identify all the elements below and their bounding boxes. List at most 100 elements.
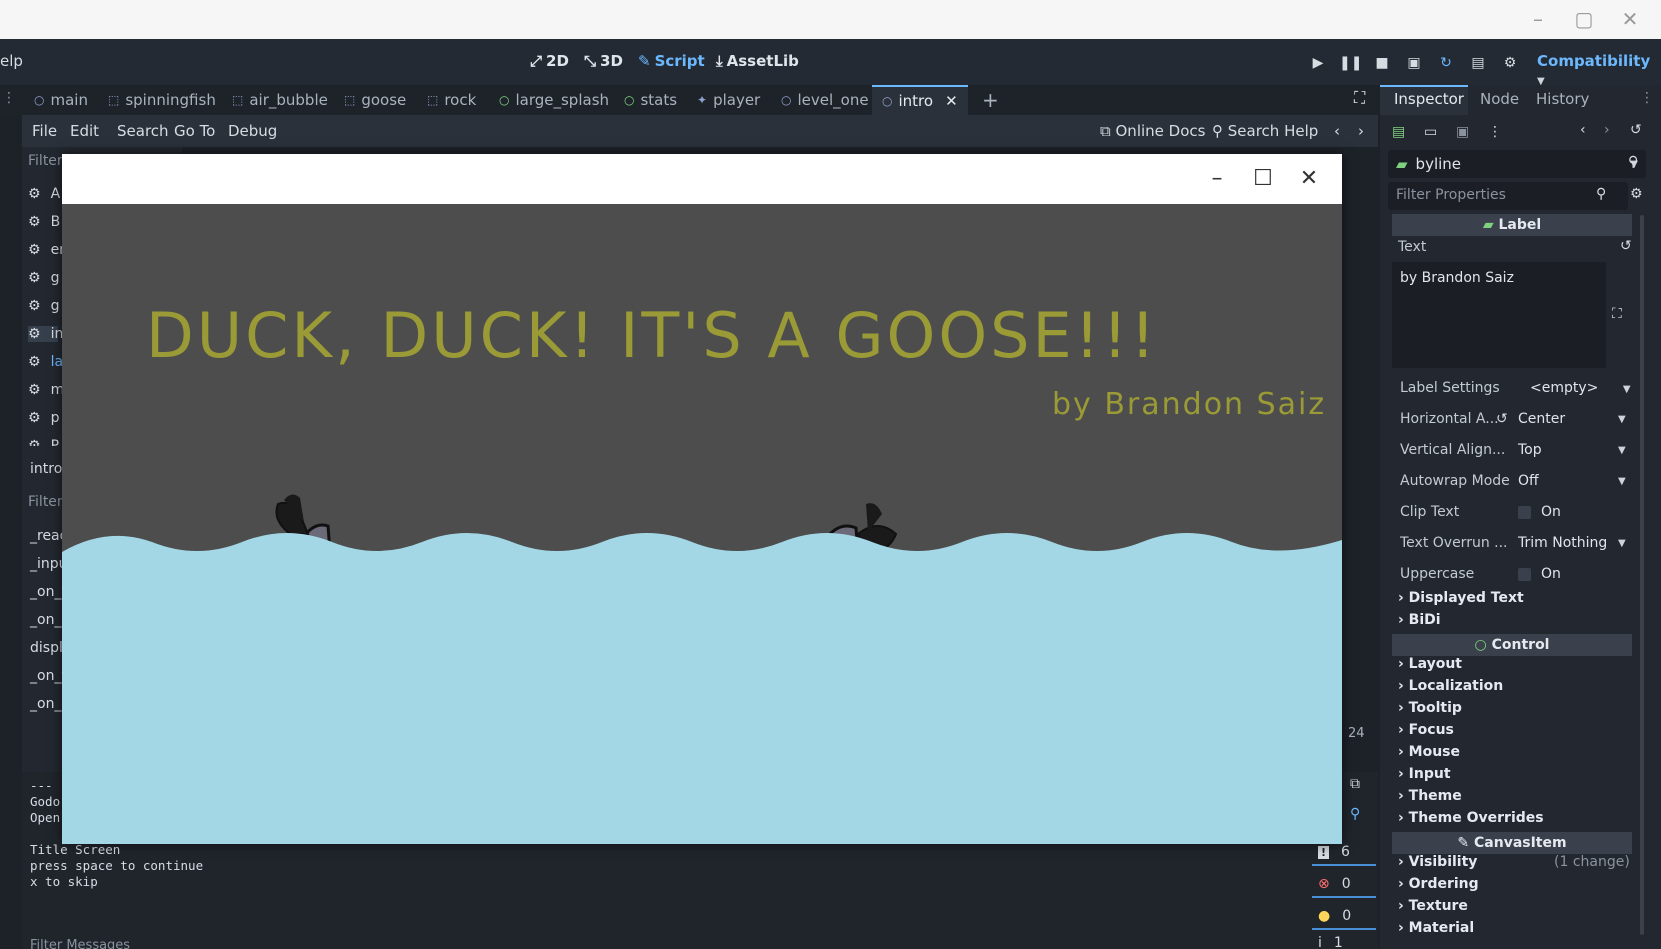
online-docs-button[interactable]: ⧉ Online Docs bbox=[1100, 122, 1205, 140]
inspector-scrollbar[interactable] bbox=[1640, 215, 1644, 935]
method-item[interactable]: displ bbox=[30, 640, 63, 656]
workspace-2d-button[interactable]: ⤢ 2D bbox=[530, 52, 569, 70]
tab-stats[interactable]: ○ stats bbox=[624, 85, 677, 115]
close-icon[interactable]: ✕ bbox=[1294, 164, 1324, 194]
pause-icon[interactable]: ❚❚ bbox=[1339, 52, 1362, 74]
save-icon[interactable]: ▣ bbox=[1456, 124, 1469, 140]
list-item[interactable]: ⚙ g bbox=[28, 298, 59, 314]
console-filter-input[interactable]: Filter Messages bbox=[30, 938, 130, 949]
clip-text-checkbox[interactable]: On bbox=[1518, 504, 1561, 520]
play-icon[interactable]: ▶ bbox=[1307, 52, 1329, 74]
list-item[interactable]: ⚙ er bbox=[28, 242, 65, 258]
list-item[interactable]: ⚙ p bbox=[28, 410, 59, 426]
stop-icon[interactable]: ■ bbox=[1371, 52, 1393, 74]
dock-menu-icon[interactable]: ⋮ bbox=[1640, 90, 1654, 106]
autowrap-mode-select[interactable]: Off bbox=[1518, 473, 1539, 489]
new-resource-icon[interactable]: ▤ bbox=[1392, 124, 1405, 140]
warning-counter-button[interactable]: ● 0 bbox=[1312, 904, 1376, 930]
group-visibility[interactable]: › Visibility bbox=[1398, 854, 1477, 870]
script-filter-input[interactable]: Filter bbox=[28, 153, 63, 169]
menu-goto[interactable]: Go To bbox=[174, 122, 215, 140]
add-tab-icon[interactable]: + bbox=[982, 88, 999, 112]
group-material[interactable]: › Material bbox=[1398, 920, 1474, 936]
group-ordering[interactable]: › Ordering bbox=[1398, 876, 1479, 892]
group-layout[interactable]: › Layout bbox=[1398, 656, 1462, 672]
list-item[interactable]: ⚙ in bbox=[28, 326, 63, 342]
list-item[interactable]: ⚙ m bbox=[28, 382, 64, 398]
more-icon[interactable]: ⋮ bbox=[1488, 124, 1502, 140]
group-texture[interactable]: › Texture bbox=[1398, 898, 1468, 914]
menu-edit[interactable]: Edit bbox=[70, 122, 99, 140]
list-item[interactable]: ⚙ A bbox=[28, 186, 60, 202]
history-back-icon[interactable]: ‹ bbox=[1334, 122, 1340, 140]
remote-debug-icon[interactable]: ▣ bbox=[1403, 52, 1425, 74]
search-icon[interactable]: ⚲ bbox=[1350, 806, 1360, 822]
expand-icon[interactable]: ⛶ bbox=[1612, 306, 1622, 322]
tab-node[interactable]: Node bbox=[1480, 90, 1519, 108]
group-localization[interactable]: › Localization bbox=[1398, 678, 1503, 694]
menu-help[interactable]: elp bbox=[0, 52, 23, 70]
other-counter-button[interactable]: i1 bbox=[1312, 936, 1376, 949]
text-value-field[interactable]: by Brandon Saiz bbox=[1392, 262, 1606, 368]
menu-debug[interactable]: Debug bbox=[228, 122, 277, 140]
group-bidi[interactable]: › BiDi bbox=[1398, 612, 1441, 628]
uppercase-checkbox[interactable]: On bbox=[1518, 566, 1561, 582]
settings-icon[interactable]: ⚙ bbox=[1499, 52, 1521, 74]
group-tooltip[interactable]: › Tooltip bbox=[1398, 700, 1462, 716]
group-focus[interactable]: › Focus bbox=[1398, 722, 1454, 738]
tabbar-menu-icon[interactable]: ⋮ bbox=[2, 90, 16, 106]
group-input[interactable]: › Input bbox=[1398, 766, 1451, 782]
menu-search[interactable]: Search bbox=[117, 122, 169, 140]
tab-main[interactable]: ○ main bbox=[34, 85, 88, 115]
history-forward-icon[interactable]: › bbox=[1604, 122, 1610, 138]
workspace-3d-button[interactable]: ⤡ 3D bbox=[584, 52, 623, 70]
revert-icon[interactable]: ↺ bbox=[1620, 238, 1632, 254]
group-displayed-text[interactable]: › Displayed Text bbox=[1398, 590, 1524, 606]
error-counter-button[interactable]: ⊗ 0 bbox=[1312, 872, 1376, 898]
search-help-button[interactable]: ⚲ Search Help bbox=[1212, 122, 1318, 140]
group-mouse[interactable]: › Mouse bbox=[1398, 744, 1460, 760]
filter-settings-icon[interactable]: ⚙ bbox=[1630, 186, 1643, 202]
history-forward-icon[interactable]: › bbox=[1358, 122, 1364, 140]
group-theme-overrides[interactable]: › Theme Overrides bbox=[1398, 810, 1544, 826]
list-item[interactable]: ⚙ g bbox=[28, 270, 59, 286]
workspace-assetlib-button[interactable]: ⤓ AssetLib bbox=[716, 52, 799, 70]
filter-properties-input[interactable]: Filter Properties bbox=[1388, 182, 1628, 210]
list-item[interactable]: ⚙ la bbox=[28, 354, 63, 370]
tab-inspector[interactable]: Inspector bbox=[1394, 90, 1464, 108]
workspace-script-button[interactable]: ✎ Script bbox=[638, 52, 705, 70]
revert-icon[interactable]: ↺ bbox=[1496, 411, 1508, 427]
os-maximize-button[interactable]: ▢ bbox=[1568, 3, 1600, 35]
menu-file[interactable]: File bbox=[32, 122, 57, 140]
list-item[interactable]: ⚙ P bbox=[28, 438, 59, 446]
minimize-icon[interactable]: – bbox=[1202, 164, 1232, 194]
os-close-button[interactable]: ✕ bbox=[1614, 3, 1646, 35]
open-folder-icon[interactable]: ▭ bbox=[1424, 124, 1437, 140]
copy-icon[interactable]: ⧉ bbox=[1350, 776, 1360, 792]
distraction-free-icon[interactable]: ⛶ bbox=[1354, 88, 1365, 108]
tab-spinningfish[interactable]: ⬚ spinningfish bbox=[108, 85, 216, 115]
renderer-select[interactable]: Compatibility ▼ bbox=[1537, 52, 1661, 88]
list-item[interactable]: ⚙ B bbox=[28, 214, 60, 230]
text-overrun-select[interactable]: Trim Nothing bbox=[1518, 535, 1607, 551]
reload-icon[interactable]: ↻ bbox=[1435, 52, 1457, 74]
tab-rock[interactable]: ⬚ rock bbox=[427, 85, 476, 115]
close-icon[interactable]: ✕ bbox=[945, 92, 958, 110]
tab-level-one[interactable]: ○ level_one bbox=[781, 85, 869, 115]
maximize-icon[interactable]: ☐ bbox=[1248, 164, 1278, 194]
group-theme[interactable]: › Theme bbox=[1398, 788, 1462, 804]
tab-air-bubble[interactable]: ⬚ air_bubble bbox=[232, 85, 328, 115]
tab-player[interactable]: ✦ player bbox=[697, 85, 760, 115]
node-doc-icon[interactable]: ⚲ bbox=[1628, 154, 1638, 170]
horizontal-alignment-select[interactable]: Center bbox=[1518, 411, 1565, 427]
tab-large-splash[interactable]: ○ large_splash bbox=[499, 85, 609, 115]
label-settings-value[interactable]: <empty> ▼ bbox=[1530, 380, 1631, 396]
os-minimize-button[interactable]: – bbox=[1522, 3, 1554, 35]
tab-intro[interactable]: ○ intro ✕ bbox=[872, 85, 968, 115]
movie-icon[interactable]: ▤ bbox=[1467, 52, 1489, 74]
tab-goose[interactable]: ⬚ goose bbox=[344, 85, 406, 115]
node-selector[interactable]: ▰ byline ▼ bbox=[1388, 150, 1646, 178]
method-filter-input[interactable]: Filter bbox=[28, 494, 63, 510]
tab-history[interactable]: History bbox=[1536, 90, 1589, 108]
object-history-icon[interactable]: ↺ bbox=[1630, 122, 1642, 138]
